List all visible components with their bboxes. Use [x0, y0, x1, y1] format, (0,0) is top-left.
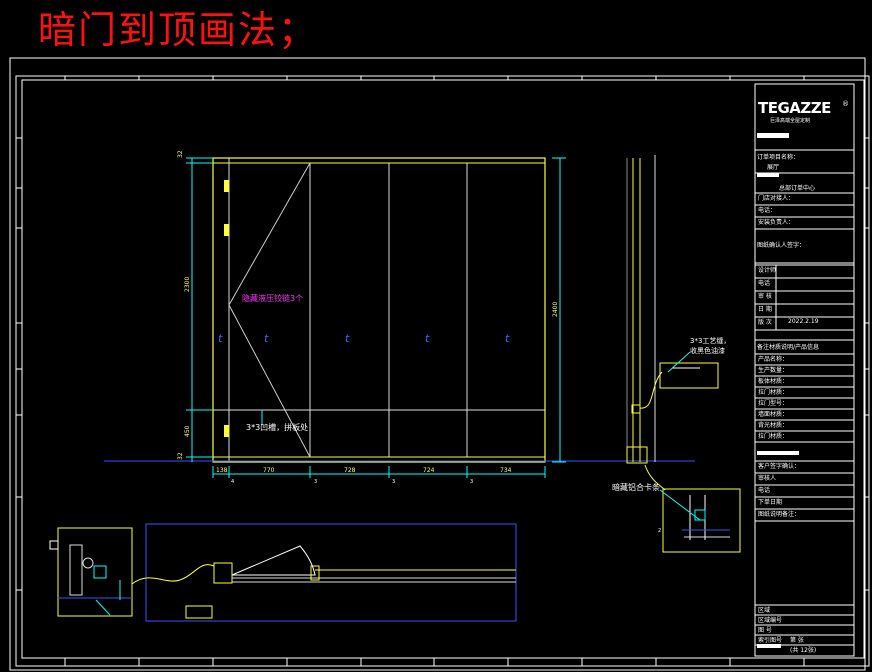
hinge-detail — [49, 527, 133, 617]
title-block-row: 客户签字确认： — [758, 462, 800, 470]
title-block-row: 墙面材质： — [758, 410, 788, 418]
title-block-row: 审核人 — [758, 474, 776, 482]
title-block-row: 索引图号 — [758, 636, 782, 644]
clip-note: 暗藏铝合卡条 — [612, 482, 660, 492]
svg-text:t: t — [264, 332, 269, 345]
sign-label: 图纸确认人签字： — [757, 241, 805, 249]
project-value: 展厅 — [767, 164, 779, 171]
title-block-row: 板体材质： — [758, 377, 788, 385]
cad-drawing: tt ttt 32 2300 450 32 2400 138 770 728 7… — [9, 57, 870, 671]
title-block-row: 门店对接人： — [758, 194, 794, 202]
svg-text:t: t — [345, 332, 350, 345]
dimension-lines — [186, 157, 566, 478]
dim-left-main: 2300 — [184, 277, 191, 292]
section-mark-2: 3 — [314, 479, 317, 485]
sheet-label: 第 张 — [790, 636, 804, 644]
svg-text:t: t — [425, 332, 430, 345]
section-mark-1: 4 — [231, 479, 234, 485]
groove-note-side-2: 收黑色油漆 — [690, 346, 725, 355]
title-block-row: 生产数量： — [758, 366, 788, 374]
project-label: 订单项目名称： — [757, 153, 799, 161]
title-block-row: 产品名称： — [758, 355, 788, 363]
side-section — [626, 155, 719, 464]
section-mark-3: 3 — [392, 479, 395, 485]
sheet-total: (共 12张) — [790, 646, 816, 654]
title-block-row: 电话： — [758, 206, 776, 214]
title-block-row: 区域 — [758, 606, 770, 614]
brand-registered: ® — [842, 100, 849, 108]
section-mark-5: 2 — [658, 528, 661, 534]
clip-detail — [644, 464, 741, 553]
title-block-row: 审 核 — [758, 292, 772, 300]
dim-left-top: 32 — [177, 150, 184, 158]
title-block-row: 电话 — [758, 279, 770, 287]
title-block-row: 版 次 — [758, 318, 772, 326]
title-block-row: 拉门材质： — [758, 432, 788, 440]
date-value: 2022.2.19 — [788, 318, 819, 325]
dim-bottom-4: 724 — [423, 467, 435, 474]
title-block-row: 下单日期 — [758, 498, 782, 506]
center-label: 总部订单中心 — [779, 184, 815, 192]
svg-text:t: t — [218, 332, 223, 345]
title-block-row: 图 号 — [758, 627, 772, 634]
title-block-row: 背光材质： — [758, 421, 788, 429]
note-label: 备注材质说明/产品信息 — [757, 343, 819, 351]
section-mark-4: 3 — [470, 479, 473, 485]
title-block-row: 安装负责人： — [758, 218, 794, 226]
groove-note-side: 3*3工艺缝， — [690, 336, 730, 345]
title-block-row: 拉门材质： — [758, 388, 788, 396]
dim-right-height: 2400 — [552, 302, 559, 317]
hinge-note: 隐藏液压铰链3个 — [242, 293, 303, 303]
dim-bottom-3: 728 — [344, 467, 356, 474]
brand-logo: TEGAZZE — [758, 99, 831, 117]
dim-bottom-5: 734 — [500, 467, 512, 474]
title-block-row: 图纸说明备注： — [758, 510, 800, 518]
title-block-row: 拉门型号： — [758, 399, 788, 407]
title-block-row: 日 期 — [758, 305, 772, 313]
door-elevation: tt ttt — [212, 157, 546, 463]
dim-left-lower: 450 — [184, 425, 191, 437]
title-block-row: 区域编号 — [758, 616, 782, 624]
dim-bottom-1: 138 — [216, 467, 228, 474]
title-block-row: 设计师 — [758, 266, 776, 274]
dim-left-bottom: 32 — [177, 452, 184, 460]
brand-tagline: 巨泽高端全屋定制 — [770, 117, 810, 124]
groove-note-bottom: 3*3凹槽，拼板处 — [246, 422, 308, 432]
svg-text:t: t — [505, 332, 510, 345]
title-block-row: 电话 — [758, 486, 770, 494]
plan-view — [131, 523, 517, 622]
dim-bottom-2: 770 — [263, 467, 275, 474]
